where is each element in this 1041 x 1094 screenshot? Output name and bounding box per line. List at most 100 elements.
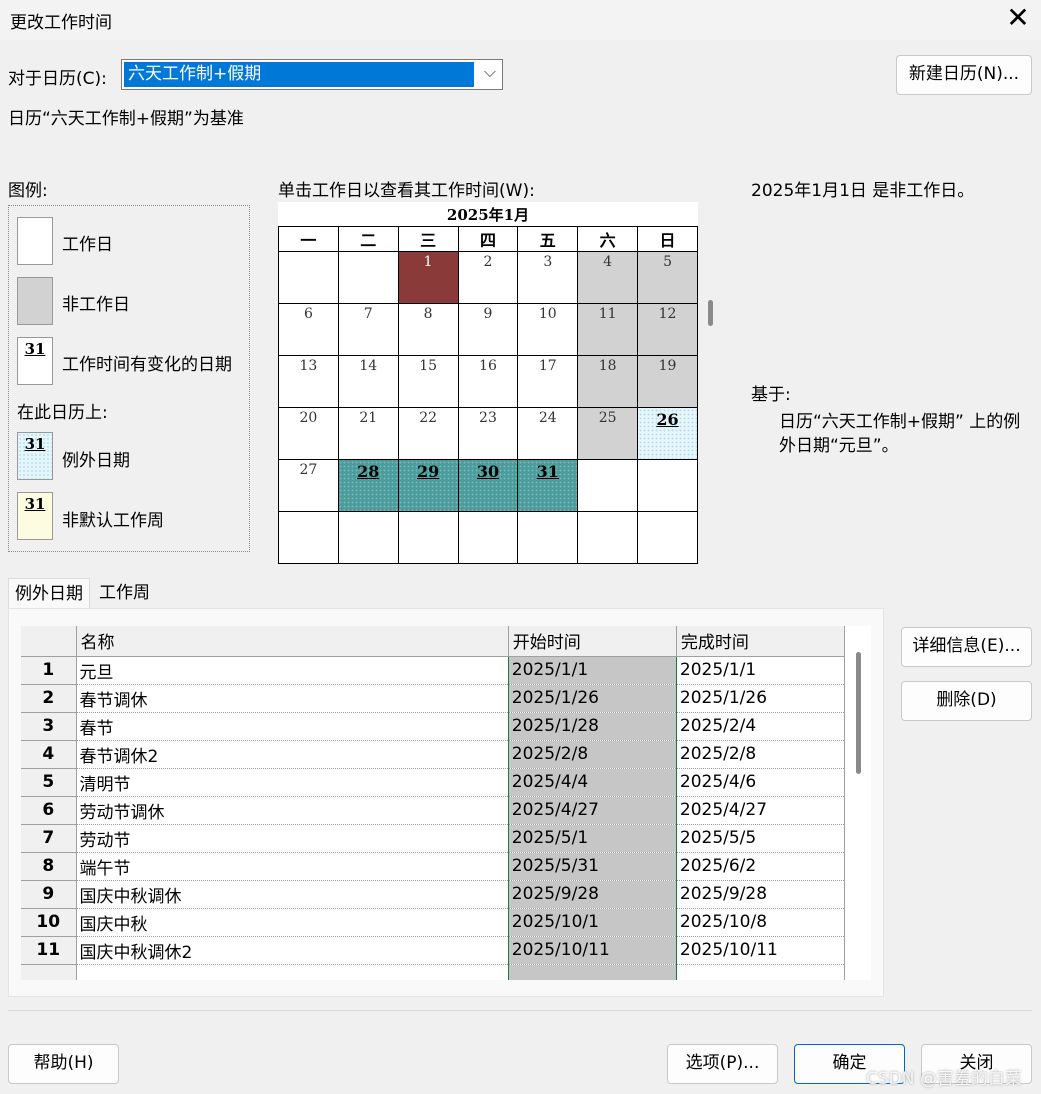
calendar-empty-cell — [278, 251, 339, 304]
options-button[interactable]: 选项(P)... — [667, 1044, 778, 1084]
details-button[interactable]: 详细信息(E)... — [901, 627, 1032, 667]
exception-name-cell[interactable]: 劳动节调休 — [76, 796, 509, 825]
empty-row[interactable] — [21, 964, 846, 980]
table-row[interactable]: 11 国庆中秋调休2 2025/10/11 2025/10/11 — [21, 936, 846, 965]
nonworking-day-swatch — [17, 277, 53, 325]
calendar-day-1[interactable]: 1 — [397, 251, 459, 304]
calendar-day-24[interactable]: 24 — [517, 407, 579, 460]
tab-exceptions[interactable]: 例外日期 — [8, 578, 90, 610]
legend-heading: 图例: — [8, 181, 48, 201]
table-row[interactable]: 6 劳动节调休 2025/4/27 2025/4/27 — [21, 796, 846, 825]
finish-date-cell[interactable]: 2025/2/8 — [676, 740, 846, 769]
finish-date-cell[interactable]: 2025/5/5 — [676, 824, 846, 853]
calendar-day-29[interactable]: 29 — [397, 459, 459, 512]
finish-date-cell[interactable]: 2025/9/28 — [676, 880, 846, 909]
start-date-cell[interactable]: 2025/1/26 — [508, 684, 677, 713]
calendar-day-22[interactable]: 22 — [397, 407, 459, 460]
table-row[interactable]: 5 清明节 2025/4/4 2025/4/6 — [21, 768, 846, 797]
calendar-day-5[interactable]: 5 — [637, 251, 698, 304]
exception-name-cell[interactable]: 春节调休 — [76, 684, 509, 713]
exception-name-cell[interactable]: 春节调休2 — [76, 740, 509, 769]
start-date-cell[interactable]: 2025/2/8 — [508, 740, 677, 769]
column-header-name[interactable]: 名称 — [76, 626, 509, 657]
table-row[interactable]: 2 春节调休 2025/1/26 2025/1/26 — [21, 684, 846, 713]
calendar-day-19[interactable]: 19 — [637, 355, 698, 408]
finish-date-cell[interactable]: 2025/10/11 — [676, 936, 846, 965]
finish-date-cell[interactable]: 2025/4/27 — [676, 796, 846, 825]
calendar-day-30[interactable]: 30 — [457, 459, 519, 512]
start-date-cell[interactable]: 2025/5/1 — [508, 824, 677, 853]
start-date-cell[interactable]: 2025/9/28 — [508, 880, 677, 909]
table-row[interactable]: 1 元旦 2025/1/1 2025/1/1 — [21, 656, 846, 685]
calendar-day-17[interactable]: 17 — [517, 355, 579, 408]
calendar-select[interactable]: 六天工作制+假期 ⌵ — [121, 59, 503, 90]
calendar-day-28[interactable]: 28 — [337, 459, 399, 512]
start-date-cell[interactable]: 2025/1/28 — [508, 712, 677, 741]
calendar-day-4[interactable]: 4 — [577, 251, 639, 304]
start-date-cell[interactable]: 2025/10/11 — [508, 936, 677, 965]
start-date-cell[interactable]: 2025/10/1 — [508, 908, 677, 937]
empty-cell[interactable] — [76, 964, 509, 980]
finish-date-cell[interactable]: 2025/6/2 — [676, 852, 846, 881]
column-header-start[interactable]: 开始时间 — [508, 626, 677, 657]
table-row[interactable]: 7 劳动节 2025/5/1 2025/5/5 — [21, 824, 846, 853]
exceptions-grid[interactable]: 名称 开始时间 完成时间 1 元旦 2025/1/1 2025/1/1 2 春节调休 202… — [21, 626, 871, 980]
finish-date-cell[interactable]: 2025/1/1 — [676, 656, 846, 685]
table-row[interactable]: 10 国庆中秋 2025/10/1 2025/10/8 — [21, 908, 846, 937]
help-button[interactable]: 帮助(H) — [8, 1044, 119, 1084]
row-number: 5 — [21, 768, 77, 797]
table-row[interactable]: 8 端午节 2025/5/31 2025/6/2 — [21, 852, 846, 881]
calendar-day-20[interactable]: 20 — [278, 407, 339, 460]
calendar-day-10[interactable]: 10 — [517, 303, 579, 356]
exception-name-cell[interactable]: 春节 — [76, 712, 509, 741]
table-row[interactable]: 3 春节 2025/1/28 2025/2/4 — [21, 712, 846, 741]
calendar-day-2[interactable]: 2 — [457, 251, 519, 304]
empty-cell[interactable] — [508, 964, 677, 980]
exception-name-cell[interactable]: 国庆中秋调休 — [76, 880, 509, 909]
calendar-day-11[interactable]: 11 — [577, 303, 639, 356]
exception-name-cell[interactable]: 清明节 — [76, 768, 509, 797]
calendar-day-25[interactable]: 25 — [577, 407, 639, 460]
start-date-cell[interactable]: 2025/1/1 — [508, 656, 677, 685]
calendar-day-21[interactable]: 21 — [337, 407, 399, 460]
exception-name-cell[interactable]: 劳动节 — [76, 824, 509, 853]
calendar-day-18[interactable]: 18 — [577, 355, 639, 408]
exception-name-cell[interactable]: 国庆中秋调休2 — [76, 936, 509, 965]
table-row[interactable]: 4 春节调休2 2025/2/8 2025/2/8 — [21, 740, 846, 769]
empty-cell[interactable] — [676, 964, 846, 980]
calendar-day-6[interactable]: 6 — [278, 303, 339, 356]
start-date-cell[interactable]: 2025/4/4 — [508, 768, 677, 797]
calendar-day-16[interactable]: 16 — [457, 355, 519, 408]
close-icon[interactable]: ✕ — [1004, 2, 1032, 34]
calendar-day-7[interactable]: 7 — [337, 303, 399, 356]
new-calendar-button[interactable]: 新建日历(N)... — [896, 55, 1032, 95]
calendar-day-12[interactable]: 12 — [637, 303, 698, 356]
exception-name-cell[interactable]: 国庆中秋 — [76, 908, 509, 937]
calendar-day-23[interactable]: 23 — [457, 407, 519, 460]
calendar-scroll-thumb[interactable] — [708, 300, 713, 326]
column-header-finish[interactable]: 完成时间 — [676, 626, 846, 657]
calendar-day-26[interactable]: 26 — [637, 407, 698, 460]
table-row[interactable]: 9 国庆中秋调休 2025/9/28 2025/9/28 — [21, 880, 846, 909]
calendar-day-15[interactable]: 15 — [397, 355, 459, 408]
month-calendar[interactable]: 2025年1月 一二三四五六日 1 2 3 4 5 6 7 8 9 10 11 12 13 14 15 16 1… — [278, 202, 698, 564]
grid-scroll-thumb[interactable] — [856, 652, 861, 774]
tab-work-weeks[interactable]: 工作周 — [93, 578, 156, 610]
finish-date-cell[interactable]: 2025/10/8 — [676, 908, 846, 937]
delete-button[interactable]: 删除(D) — [901, 681, 1032, 721]
calendar-day-31[interactable]: 31 — [517, 459, 579, 512]
calendar-day-9[interactable]: 9 — [457, 303, 519, 356]
calendar-day-27[interactable]: 27 — [278, 459, 339, 512]
start-date-cell[interactable]: 2025/4/27 — [508, 796, 677, 825]
exception-name-cell[interactable]: 元旦 — [76, 656, 509, 685]
calendar-day-3[interactable]: 3 — [517, 251, 579, 304]
finish-date-cell[interactable]: 2025/4/6 — [676, 768, 846, 797]
finish-date-cell[interactable]: 2025/2/4 — [676, 712, 846, 741]
start-date-cell[interactable]: 2025/5/31 — [508, 852, 677, 881]
calendar-day-13[interactable]: 13 — [278, 355, 339, 408]
empty-cell[interactable] — [21, 964, 77, 980]
exception-name-cell[interactable]: 端午节 — [76, 852, 509, 881]
calendar-day-14[interactable]: 14 — [337, 355, 399, 408]
calendar-day-8[interactable]: 8 — [397, 303, 459, 356]
finish-date-cell[interactable]: 2025/1/26 — [676, 684, 846, 713]
